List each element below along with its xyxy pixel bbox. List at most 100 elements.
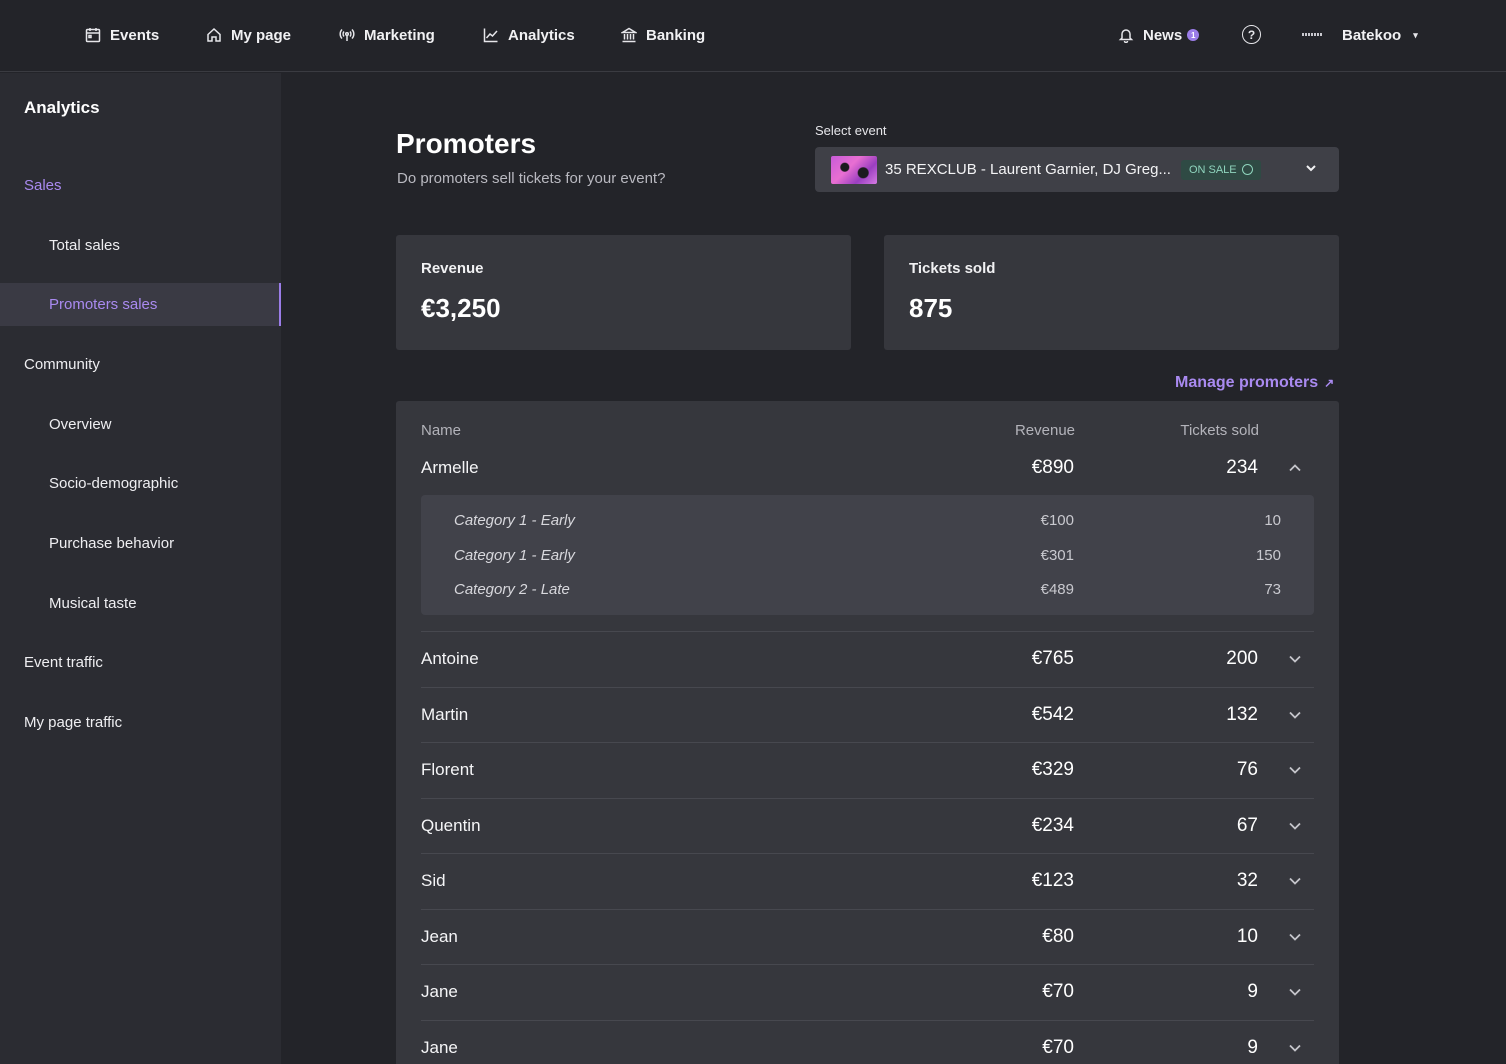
chevron-down-icon[interactable] bbox=[1288, 652, 1302, 666]
chevron-down-icon[interactable] bbox=[1288, 930, 1302, 944]
on-sale-badge: ON SALE bbox=[1180, 159, 1261, 180]
detail-category: Category 2 - Late bbox=[454, 580, 570, 598]
promoter-tickets: 200 bbox=[1226, 648, 1258, 669]
chevron-down-icon[interactable] bbox=[1288, 763, 1302, 777]
sidebar-item-event-traffic[interactable]: Event traffic bbox=[0, 641, 281, 684]
sidebar-item-musical-taste[interactable]: Musical taste bbox=[0, 582, 281, 625]
nav-banking[interactable]: Banking bbox=[621, 24, 705, 46]
revenue-card: Revenue €3,250 bbox=[396, 235, 851, 350]
calendar-icon bbox=[85, 28, 101, 43]
sidebar-item-purchase-behavior[interactable]: Purchase behavior bbox=[0, 522, 281, 565]
column-header-revenue: Revenue bbox=[1014, 422, 1075, 439]
promoter-tickets: 10 bbox=[1236, 926, 1258, 947]
sidebar: Analytics Sales Total sales Promoters sa… bbox=[0, 73, 281, 1064]
promoter-tickets: 132 bbox=[1226, 704, 1258, 725]
sidebar-item-community[interactable]: Community bbox=[0, 343, 281, 386]
tickets-sold-label: Tickets sold bbox=[909, 260, 996, 277]
promoter-detail-panel: Category 1 - Early €100 10 Category 1 - … bbox=[421, 495, 1314, 615]
chevron-down-icon[interactable] bbox=[1288, 985, 1302, 999]
promoter-revenue: €234 bbox=[1031, 815, 1074, 836]
bell-icon bbox=[1118, 29, 1134, 43]
event-select-dropdown[interactable]: 35 REXCLUB - Laurent Garnier, DJ Greg...… bbox=[815, 147, 1339, 192]
on-sale-label: ON SALE bbox=[1188, 163, 1237, 176]
table-row[interactable]: Florent €329 76 bbox=[421, 742, 1314, 797]
revenue-value: €3,250 bbox=[421, 293, 501, 323]
nav-events[interactable]: Events bbox=[85, 24, 159, 46]
sidebar-item-socio-demographic[interactable]: Socio-demographic bbox=[0, 462, 281, 505]
top-navigation: Events My page Marketing Analytics Banki… bbox=[0, 0, 1506, 72]
globe-icon bbox=[1241, 164, 1253, 175]
chevron-down-icon[interactable] bbox=[1288, 819, 1302, 833]
promoter-revenue: €765 bbox=[1031, 648, 1074, 669]
nav-news[interactable]: News 1 bbox=[1118, 24, 1200, 46]
promoter-revenue: €123 bbox=[1031, 870, 1074, 891]
nav-events-label: Events bbox=[110, 26, 160, 44]
home-icon bbox=[207, 27, 221, 42]
chevron-down-icon[interactable] bbox=[1288, 1041, 1302, 1055]
promoters-table: Name Revenue Tickets sold Armelle €890 2… bbox=[396, 401, 1339, 1064]
chevron-down-icon[interactable] bbox=[1288, 708, 1302, 722]
detail-category: Category 1 - Early bbox=[454, 511, 575, 529]
user-menu[interactable]: Batekoo ▾ bbox=[1342, 24, 1418, 46]
chevron-down-icon[interactable] bbox=[1288, 874, 1302, 888]
promoter-tickets: 67 bbox=[1236, 815, 1258, 836]
promoter-revenue: €70 bbox=[1042, 1037, 1074, 1058]
promoter-tickets: 234 bbox=[1226, 456, 1258, 478]
sidebar-title: Analytics bbox=[24, 98, 100, 117]
promoter-tickets: 32 bbox=[1236, 870, 1258, 891]
detail-row: Category 1 - Early €301 150 bbox=[454, 538, 1281, 572]
tickets-sold-card: Tickets sold 875 bbox=[884, 235, 1339, 350]
select-event-label: Select event bbox=[815, 123, 887, 138]
sidebar-item-sales[interactable]: Sales bbox=[0, 164, 281, 207]
table-row[interactable]: Martin €542 132 bbox=[421, 687, 1314, 742]
detail-tickets: 150 bbox=[1255, 546, 1281, 564]
table-row[interactable]: Jane €70 9 bbox=[421, 1020, 1314, 1064]
sidebar-item-promoters-sales[interactable]: Promoters sales bbox=[0, 283, 281, 326]
promoter-name: Florent bbox=[421, 760, 474, 779]
nav-marketing-label: Marketing bbox=[364, 26, 435, 44]
table-row[interactable]: Jane €70 9 bbox=[421, 964, 1314, 1019]
detail-tickets: 73 bbox=[1264, 580, 1281, 598]
promoter-revenue: €542 bbox=[1031, 704, 1074, 725]
column-header-tickets-sold: Tickets sold bbox=[1180, 422, 1259, 439]
promoter-name: Martin bbox=[421, 705, 469, 724]
account-logo-icon bbox=[1302, 33, 1322, 36]
nav-banking-label: Banking bbox=[646, 26, 706, 44]
promoter-name: Quentin bbox=[421, 816, 481, 835]
detail-revenue: €489 bbox=[1040, 580, 1074, 598]
sidebar-item-my-page-traffic[interactable]: My page traffic bbox=[0, 701, 281, 744]
manage-promoters-link[interactable]: Manage promoters ↗ bbox=[1175, 374, 1334, 392]
table-row[interactable]: Quentin €234 67 bbox=[421, 798, 1314, 853]
sidebar-item-overview[interactable]: Overview bbox=[0, 403, 281, 446]
detail-row: Category 1 - Early €100 10 bbox=[454, 503, 1281, 537]
manage-promoters-label: Manage promoters bbox=[1175, 374, 1319, 391]
promoter-revenue: €329 bbox=[1031, 759, 1074, 780]
promoter-tickets: 9 bbox=[1247, 1037, 1258, 1058]
help-icon[interactable]: ? bbox=[1242, 25, 1261, 44]
promoter-name: Jane bbox=[421, 982, 458, 1001]
promoter-tickets: 76 bbox=[1236, 759, 1258, 780]
chart-line-icon bbox=[483, 28, 498, 43]
detail-category: Category 1 - Early bbox=[454, 546, 575, 564]
promoter-name: Jane bbox=[421, 1038, 458, 1057]
nav-analytics-label: Analytics bbox=[508, 26, 575, 44]
promoter-revenue: €70 bbox=[1042, 981, 1074, 1002]
user-name: Batekoo bbox=[1342, 26, 1402, 44]
nav-marketing[interactable]: Marketing bbox=[339, 24, 435, 46]
nav-my-page[interactable]: My page bbox=[206, 24, 291, 46]
table-row[interactable]: Sid €123 32 bbox=[421, 853, 1314, 908]
detail-revenue: €100 bbox=[1040, 511, 1074, 529]
table-row[interactable]: Jean €80 10 bbox=[421, 909, 1314, 964]
chevron-up-icon[interactable] bbox=[1288, 461, 1302, 475]
page-subtitle: Do promoters sell tickets for your event… bbox=[397, 170, 666, 187]
nav-news-label: News bbox=[1143, 26, 1183, 44]
sidebar-item-total-sales[interactable]: Total sales bbox=[0, 224, 281, 267]
promoter-revenue: €80 bbox=[1042, 926, 1074, 947]
table-row[interactable]: Antoine €765 200 bbox=[421, 631, 1314, 686]
nav-analytics[interactable]: Analytics bbox=[483, 24, 575, 46]
column-header-name: Name bbox=[421, 422, 462, 439]
detail-tickets: 10 bbox=[1264, 511, 1281, 529]
table-row[interactable]: Armelle €890 234 bbox=[421, 440, 1314, 495]
promoter-tickets: 9 bbox=[1247, 981, 1258, 1002]
news-count-badge: 1 bbox=[1187, 29, 1200, 41]
